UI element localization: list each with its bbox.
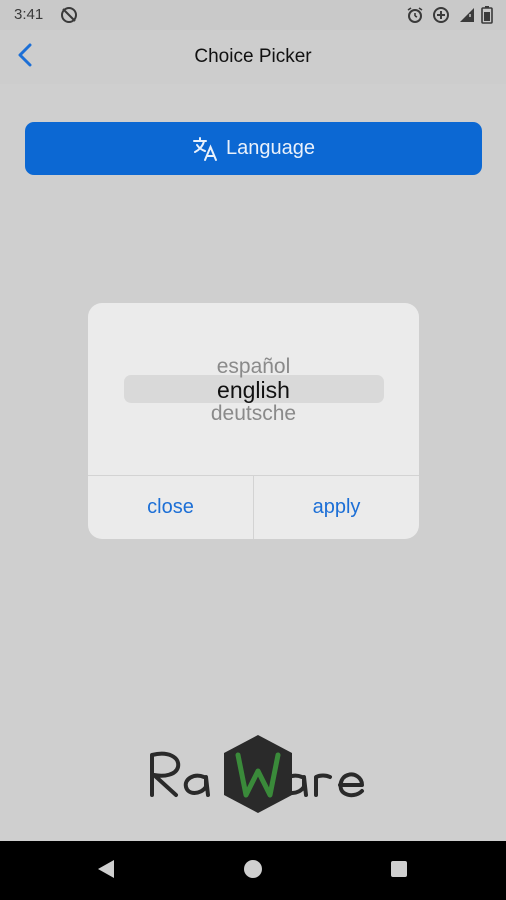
system-nav-bar [0,841,506,900]
close-button[interactable]: close [88,476,254,539]
page-title: Choice Picker [194,46,312,67]
nav-recents-button[interactable] [386,858,412,884]
alarm-icon [406,6,424,29]
home-circle-icon [242,858,264,885]
picker-option-german[interactable]: deutsche [88,402,419,426]
back-triangle-icon [96,858,116,885]
app-bar: Choice Picker [0,30,506,84]
signal-icon [458,6,476,29]
dialog-actions: close apply [88,475,419,539]
choice-wheel[interactable]: español english deutsche [88,303,419,475]
raware-logo [148,733,368,817]
apply-button[interactable]: apply [254,476,419,539]
status-bar: 3:41 [0,0,506,30]
picker-option-spanish[interactable]: español [88,355,419,379]
nav-back-button[interactable] [93,858,119,884]
translate-icon [192,136,220,162]
recents-square-icon [389,859,409,884]
sync-off-icon [60,6,78,29]
nav-home-button[interactable] [240,858,266,884]
status-time: 3:41 [14,6,44,23]
battery-icon [481,6,493,29]
language-button[interactable]: Language [25,122,482,175]
choice-picker-dialog: español english deutsche close apply [88,303,419,539]
picker-option-english[interactable]: english [88,377,419,404]
language-button-label: Language [226,137,315,159]
data-saver-icon [432,6,450,29]
